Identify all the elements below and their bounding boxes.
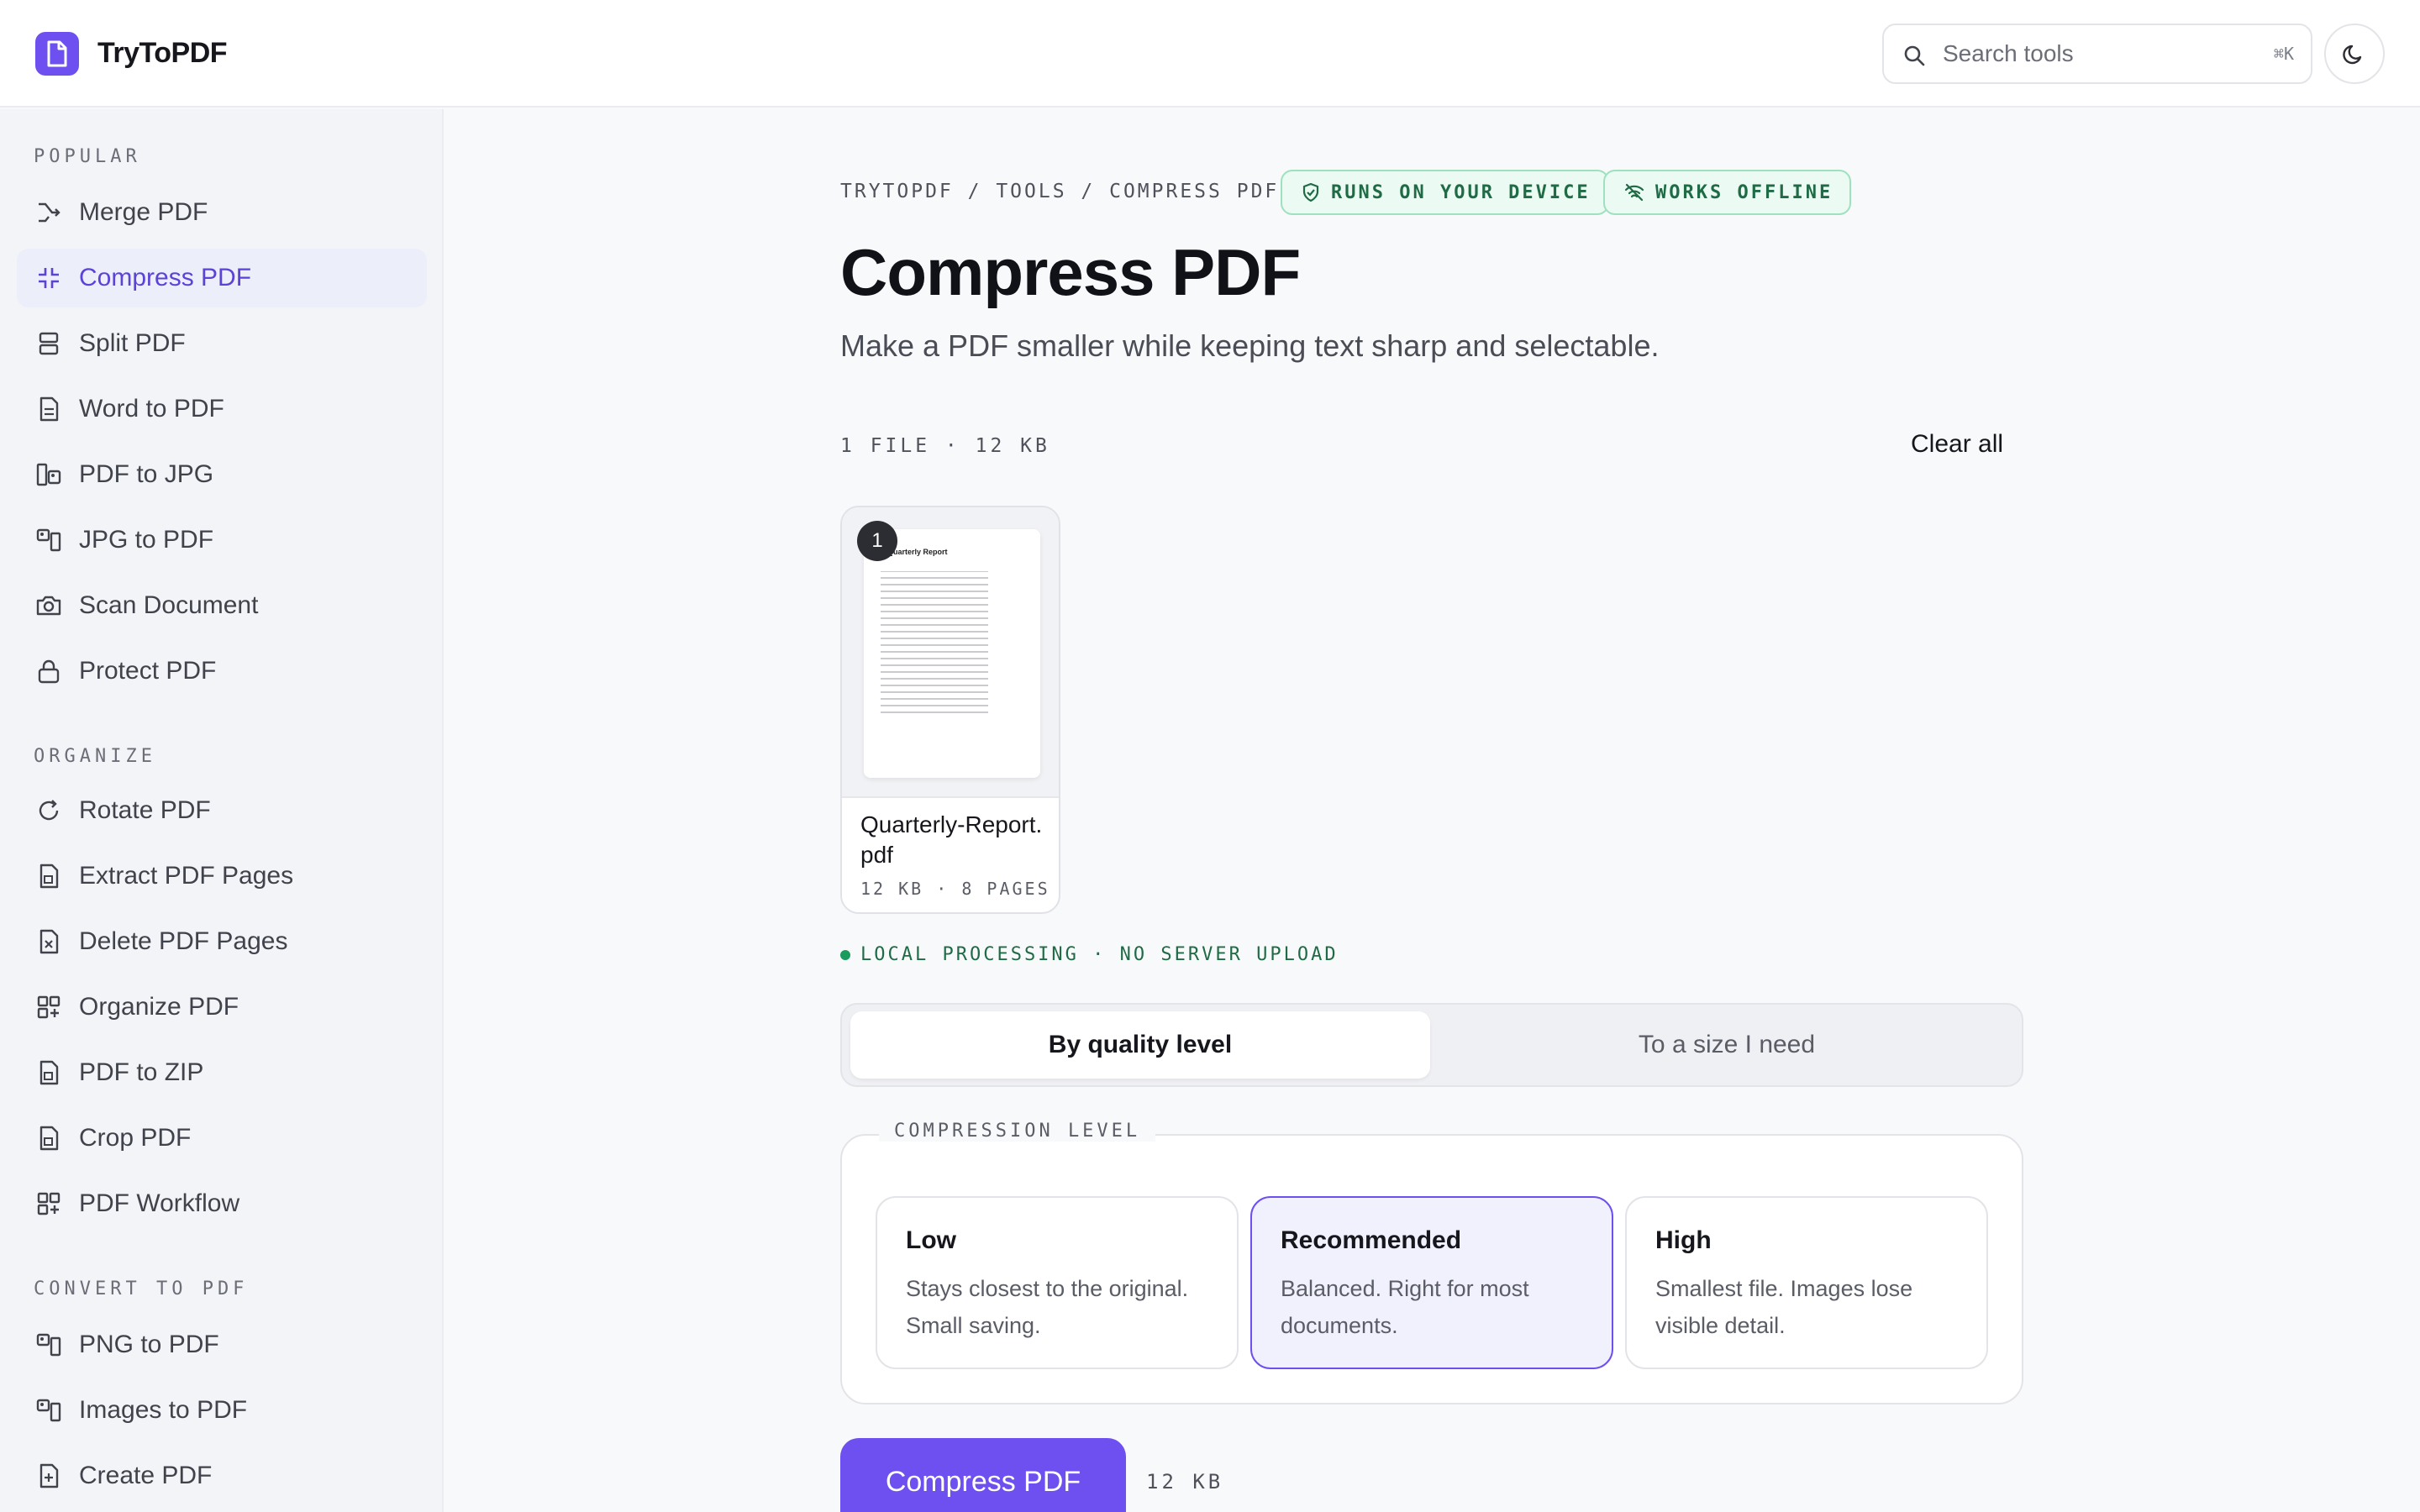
text-lines-preview: [881, 571, 988, 713]
image-to-pdf-icon: [34, 525, 64, 555]
mode-to-size-tab[interactable]: To a size I need: [1437, 1011, 2017, 1079]
sidebar-item-crop-pdf[interactable]: Crop PDF: [17, 1109, 427, 1168]
sidebar-item-pdf-to-jpg[interactable]: PDF to JPG: [17, 445, 427, 504]
workflow-icon: [34, 1189, 64, 1219]
page-title: Compress PDF: [840, 235, 1301, 309]
sidebar-item-compress-pdf[interactable]: Compress PDF: [17, 249, 427, 307]
sidebar-item-pdf-workflow[interactable]: PDF Workflow: [17, 1174, 427, 1233]
level-option-recommended[interactable]: Recommended Balanced. Right for most doc…: [1250, 1196, 1613, 1369]
image-to-pdf-icon: [34, 1330, 64, 1360]
shield-icon: [1302, 182, 1319, 202]
sidebar-item-merge-pdf[interactable]: Merge PDF: [17, 183, 427, 242]
badge-runs-on-device: RUNS ON YOUR DEVICE: [1281, 170, 1609, 215]
compress-pdf-button[interactable]: Compress PDF: [840, 1438, 1126, 1512]
page-preview: Quarterly Report: [864, 529, 1040, 778]
merge-icon: [34, 197, 64, 228]
sidebar-item-delete-pdf-pages[interactable]: Delete PDF Pages: [17, 912, 427, 971]
file-thumbnail: Quarterly Report 1: [842, 507, 1059, 798]
sidebar-item-scan-document[interactable]: Scan Document: [17, 576, 427, 635]
document-icon: [34, 394, 64, 424]
compress-icon: [34, 263, 64, 293]
top-header: TryToPDF Search tools ⌘K: [0, 0, 2420, 108]
sidebar-item-jpg-to-pdf[interactable]: JPG to PDF: [17, 511, 427, 570]
status-dot-icon: [840, 949, 850, 960]
compression-mode-toggle: By quality level To a size I need: [840, 1003, 2023, 1087]
local-processing-note: LOCAL PROCESSING · NO SERVER UPLOAD: [840, 944, 1339, 965]
brand-logo-icon[interactable]: [35, 32, 79, 76]
sidebar-item-images-to-pdf[interactable]: Images to PDF: [17, 1381, 427, 1440]
sidebar-section-popular: POPULAR: [34, 146, 141, 167]
search-placeholder: Search tools: [1943, 40, 2074, 66]
sidebar-item-rotate-pdf[interactable]: Rotate PDF: [17, 781, 427, 840]
breadcrumb[interactable]: TRYTOPDF / TOOLS / COMPRESS PDF: [840, 178, 1279, 205]
brand-name[interactable]: TryToPDF: [97, 34, 228, 72]
camera-icon: [34, 591, 64, 621]
search-icon: [1904, 45, 1925, 66]
file-card[interactable]: Quarterly Report 1 Quarterly-Report.pdf …: [840, 506, 1060, 914]
mode-by-quality-tab[interactable]: By quality level: [850, 1011, 1430, 1079]
compression-level-legend: COMPRESSION LEVEL: [879, 1121, 1156, 1142]
moon-icon: [2343, 45, 2362, 65]
sidebar-item-png-to-pdf[interactable]: PNG to PDF: [17, 1315, 427, 1374]
image-icon: [34, 459, 64, 490]
level-option-high[interactable]: High Smallest file. Images lose visible …: [1625, 1196, 1988, 1369]
zip-icon: [34, 1058, 64, 1088]
sidebar-item-organize-pdf[interactable]: Organize PDF: [17, 978, 427, 1037]
sidebar-item-protect-pdf[interactable]: Protect PDF: [17, 642, 427, 701]
sidebar-item-pdf-to-zip[interactable]: PDF to ZIP: [17, 1043, 427, 1102]
compression-level-group: COMPRESSION LEVEL Low Stays closest to t…: [840, 1121, 2023, 1404]
file-index-badge: 1: [857, 521, 897, 561]
file-name: Quarterly-Report.pdf: [860, 811, 1043, 868]
sidebar: POPULAR Merge PDF Compress PDF Split PDF…: [0, 109, 444, 1512]
sidebar-section-convert-to-pdf: CONVERT TO PDF: [34, 1278, 249, 1299]
delete-page-icon: [34, 927, 64, 957]
theme-toggle-button[interactable]: [2324, 24, 2385, 84]
output-size-label: 12 KB: [1146, 1470, 1224, 1494]
clear-all-button[interactable]: Clear all: [1911, 430, 2003, 459]
extract-icon: [34, 861, 64, 891]
sidebar-item-create-pdf[interactable]: Create PDF: [17, 1446, 427, 1505]
file-count: 1 FILE · 12 KB: [840, 435, 1050, 457]
page-subtitle: Make a PDF smaller while keeping text sh…: [840, 328, 1660, 363]
wifi-off-icon: [1624, 183, 1644, 202]
grid-plus-icon: [34, 992, 64, 1022]
lock-icon: [34, 656, 64, 686]
sidebar-item-word-to-pdf[interactable]: Word to PDF: [17, 380, 427, 438]
search-shortcut: ⌘K: [2273, 44, 2294, 64]
split-icon: [34, 328, 64, 359]
image-to-pdf-icon: [34, 1395, 64, 1425]
sidebar-section-organize: ORGANIZE: [34, 746, 156, 767]
level-option-low[interactable]: Low Stays closest to the original. Small…: [876, 1196, 1239, 1369]
thumbnail-title: Quarterly Report: [887, 548, 948, 556]
rotate-icon: [34, 795, 64, 826]
badge-works-offline: WORKS OFFLINE: [1603, 170, 1852, 215]
file-meta: 12 KB · 8 PAGES: [860, 879, 1050, 899]
create-icon: [34, 1461, 64, 1491]
search-input[interactable]: Search tools ⌘K: [1882, 24, 2312, 84]
sidebar-item-extract-pdf-pages[interactable]: Extract PDF Pages: [17, 847, 427, 906]
crop-icon: [34, 1123, 64, 1153]
sidebar-item-split-pdf[interactable]: Split PDF: [17, 314, 427, 373]
